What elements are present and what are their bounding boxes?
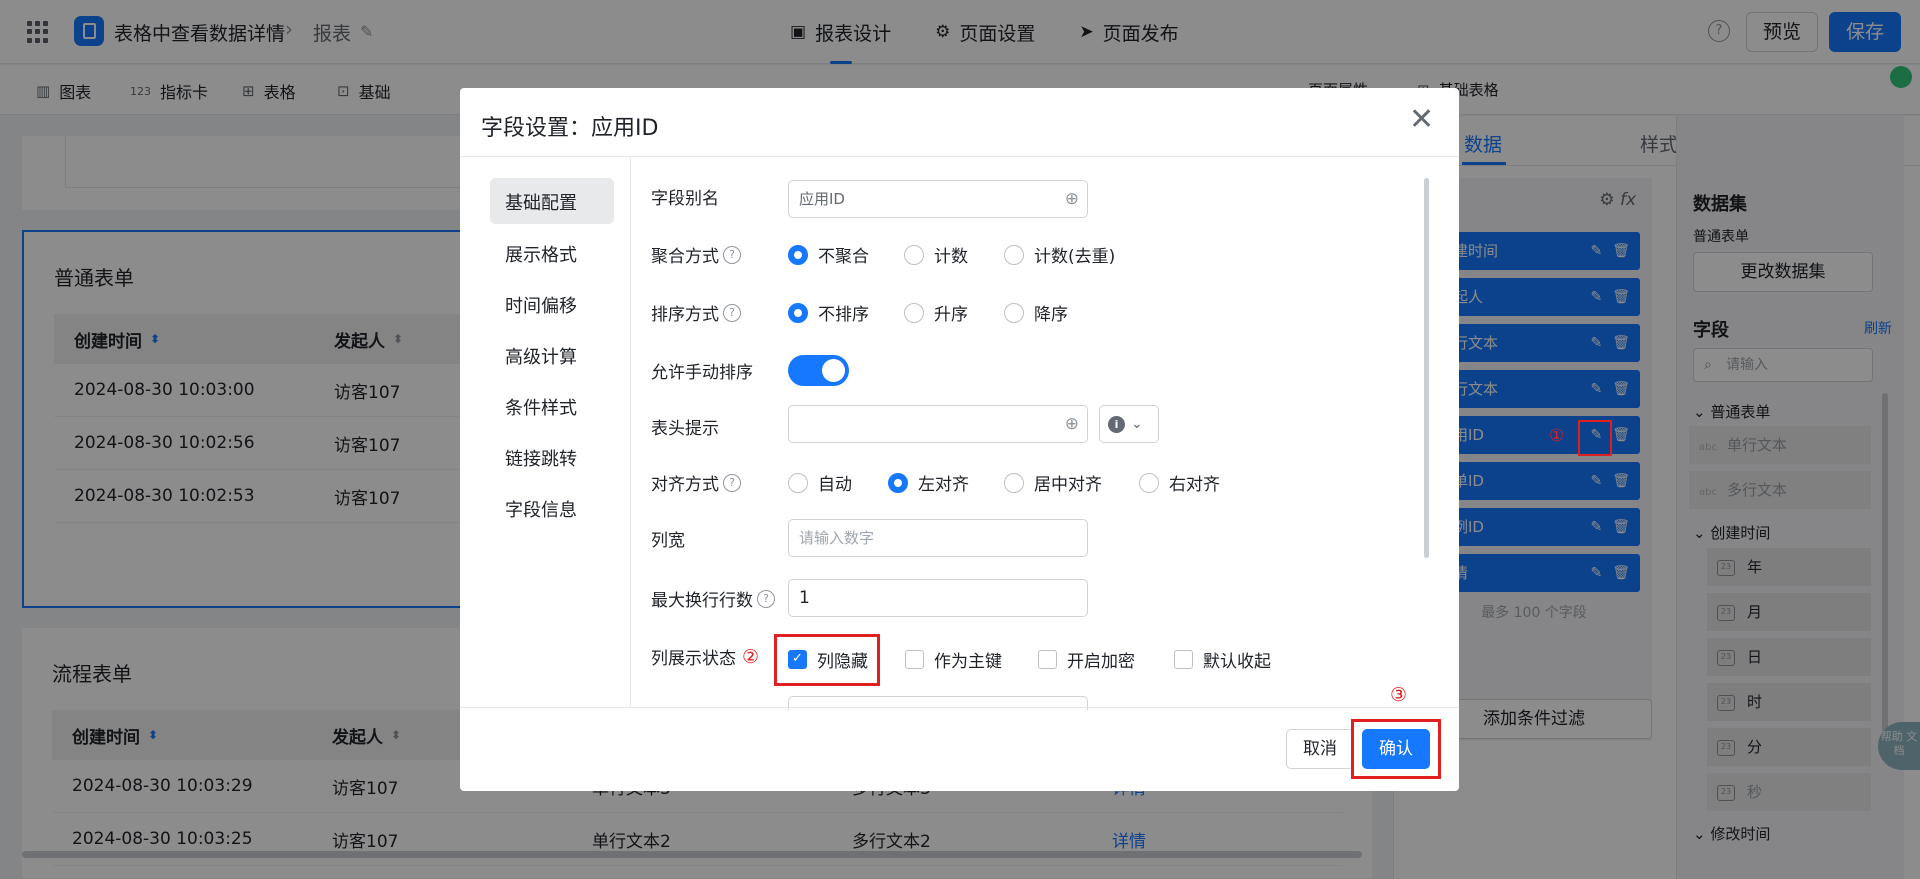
checkbox-box: [1174, 650, 1193, 669]
toggle-knob: [822, 359, 845, 382]
align-label: 对齐方式?: [651, 470, 741, 495]
label-text: 表头提示: [651, 419, 719, 439]
checkbox-encrypt[interactable]: 开启加密: [1038, 647, 1135, 672]
checkbox-label: 作为主键: [934, 652, 1002, 672]
radio-align-right[interactable]: 右对齐: [1139, 470, 1220, 495]
input-value: 1: [799, 588, 810, 608]
globe-icon[interactable]: ⊕: [1065, 406, 1079, 442]
radio-dot: [888, 472, 908, 493]
checkbox-box: [1038, 650, 1057, 669]
radio-dot: [788, 472, 808, 493]
input-placeholder: 请输入数字: [799, 529, 875, 547]
nav-display-format[interactable]: 展示格式: [505, 241, 577, 267]
annotation-3: ③: [1390, 684, 1408, 706]
nav-condition-style[interactable]: 条件样式: [505, 394, 577, 420]
radio-label: 不聚合: [818, 247, 869, 267]
alias-label: 字段别名: [651, 184, 719, 209]
radio-no-agg[interactable]: 不聚合: [788, 242, 869, 267]
checkbox-label: 默认收起: [1203, 652, 1271, 672]
radio-label: 不排序: [818, 305, 869, 325]
checkbox-collapse[interactable]: 默认收起: [1174, 647, 1271, 672]
alias-input[interactable]: 应用ID ⊕: [788, 180, 1088, 218]
label-text: 列展示状态: [651, 649, 736, 669]
dialog-title: 字段设置：应用ID: [481, 116, 659, 141]
label-text: 列宽: [651, 531, 685, 551]
annotation-1: ①: [1549, 426, 1565, 446]
radio-count-distinct[interactable]: 计数(去重): [1004, 242, 1115, 267]
annotation-edit-highlight: [1578, 420, 1612, 456]
help-icon[interactable]: ?: [723, 245, 741, 264]
radio-dot: [1004, 302, 1024, 323]
radio-desc[interactable]: 降序: [1004, 300, 1068, 325]
radio-dot: [904, 302, 924, 323]
max-lines-input[interactable]: 1: [788, 579, 1088, 617]
radio-count[interactable]: 计数: [904, 242, 968, 267]
annotation-hide-highlight: [774, 634, 880, 686]
header-tip-label: 表头提示: [651, 414, 719, 439]
chevron-down-icon: ⌄: [1131, 416, 1143, 432]
dialog-scrollbar[interactable]: [1424, 178, 1429, 558]
radio-label: 左对齐: [918, 475, 969, 495]
help-icon[interactable]: ?: [723, 473, 741, 492]
info-icon: i: [1108, 416, 1125, 433]
radio-label: 计数: [934, 247, 968, 267]
nav-basic-config[interactable]: 基础配置: [505, 189, 577, 215]
tip-icon-select[interactable]: i ⌄: [1099, 405, 1159, 443]
radio-align-center[interactable]: 居中对齐: [1004, 470, 1102, 495]
divider: [460, 707, 1459, 708]
radio-label: 右对齐: [1169, 475, 1220, 495]
display-state-label: 列展示状态 ②: [651, 644, 760, 670]
checkbox-box: [905, 650, 924, 669]
radio-dot: [904, 244, 924, 265]
width-input[interactable]: 请输入数字: [788, 519, 1088, 557]
label-text: 字段别名: [651, 189, 719, 209]
header-tip-input[interactable]: ⊕: [788, 405, 1088, 443]
sort-label: 排序方式?: [651, 300, 741, 325]
radio-align-left[interactable]: 左对齐: [888, 470, 969, 495]
width-label: 列宽: [651, 526, 685, 551]
annotation-confirm-highlight: [1351, 719, 1441, 779]
input-value: 应用ID: [799, 190, 845, 208]
max-lines-label: 最大换行行数?: [651, 586, 775, 611]
checkbox-primary-key[interactable]: 作为主键: [905, 647, 1002, 672]
nav-field-info[interactable]: 字段信息: [505, 496, 577, 522]
radio-align-auto[interactable]: 自动: [788, 470, 852, 495]
checkbox-label: 开启加密: [1067, 652, 1135, 672]
radio-dot: [788, 244, 808, 265]
annotation-2: ②: [742, 645, 760, 668]
nav-link-jump[interactable]: 链接跳转: [505, 445, 577, 471]
radio-dot: [1004, 244, 1024, 265]
radio-asc[interactable]: 升序: [904, 300, 968, 325]
nav-advanced-calc[interactable]: 高级计算: [505, 343, 577, 369]
radio-label: 计数(去重): [1034, 247, 1116, 267]
radio-label: 自动: [818, 475, 852, 495]
field-settings-dialog: 字段设置：应用ID ✕ 基础配置 展示格式 时间偏移 高级计算 条件样式 链接跳…: [460, 88, 1459, 791]
label-text: 排序方式: [651, 305, 719, 325]
label-text: 允许手动排序: [651, 363, 753, 383]
help-icon[interactable]: ?: [757, 589, 775, 608]
radio-no-sort[interactable]: 不排序: [788, 300, 869, 325]
close-icon[interactable]: ✕: [1409, 105, 1434, 135]
radio-dot: [1004, 472, 1024, 493]
divider: [460, 156, 1459, 157]
nav-time-offset[interactable]: 时间偏移: [505, 292, 577, 318]
radio-label: 居中对齐: [1034, 475, 1102, 495]
label-text: 对齐方式: [651, 475, 719, 495]
radio-dot: [1139, 472, 1159, 493]
label-text: 聚合方式: [651, 247, 719, 267]
divider: [630, 157, 631, 707]
agg-label: 聚合方式?: [651, 242, 741, 267]
radio-label: 升序: [934, 305, 968, 325]
cancel-button[interactable]: 取消: [1286, 729, 1354, 769]
globe-icon[interactable]: ⊕: [1065, 181, 1079, 217]
manual-sort-label: 允许手动排序: [651, 358, 753, 383]
manual-sort-toggle[interactable]: [788, 355, 849, 386]
label-text: 最大换行行数: [651, 591, 753, 611]
help-icon[interactable]: ?: [723, 303, 741, 322]
radio-dot: [788, 302, 808, 323]
radio-label: 降序: [1034, 305, 1068, 325]
